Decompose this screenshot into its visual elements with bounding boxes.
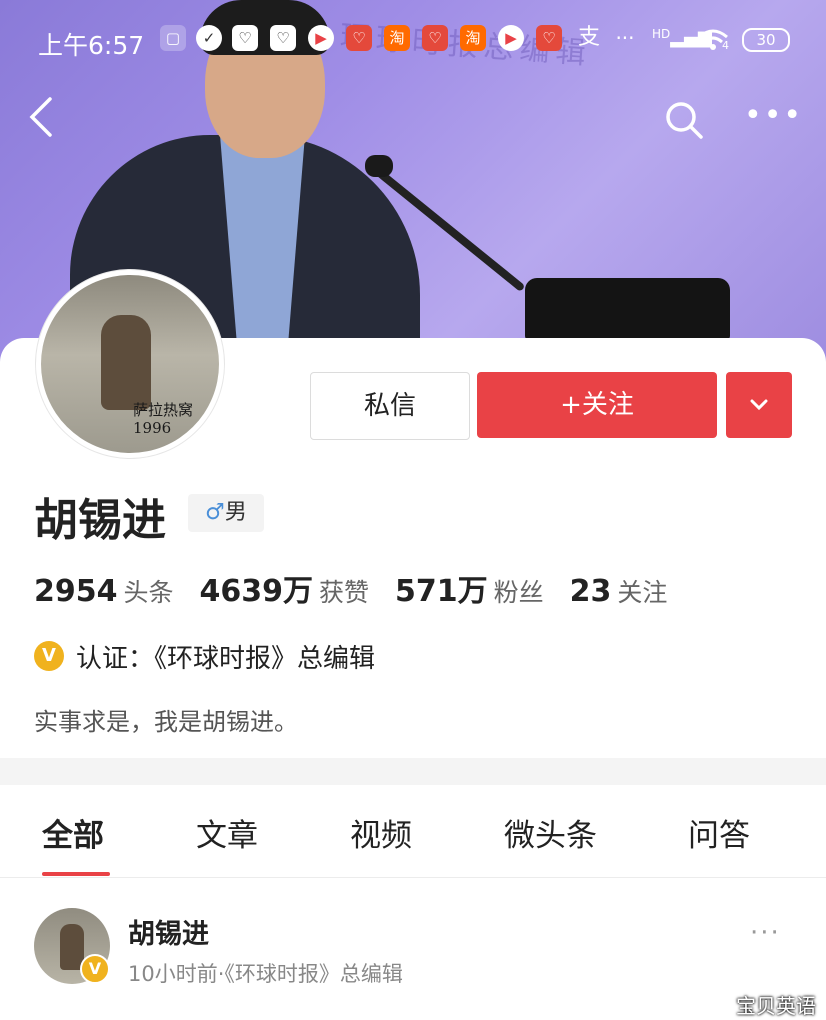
- alipay-icon: 支: [577, 25, 600, 50]
- recommend-dropdown-button[interactable]: [726, 372, 792, 438]
- gender-badge: ♂男: [188, 494, 264, 532]
- search-button[interactable]: [664, 100, 703, 139]
- message-button[interactable]: 私信: [310, 372, 470, 440]
- status-overflow: ···: [615, 26, 635, 50]
- avatar[interactable]: 萨拉热窝 1996: [36, 270, 224, 458]
- stat-likes-value: 4639万: [199, 574, 314, 609]
- app-heart-icon: ♡: [232, 25, 258, 51]
- stat-fans-value[interactable]: 571万: [395, 566, 488, 610]
- post-author[interactable]: 胡锡进: [128, 912, 209, 951]
- tab-micro-posts[interactable]: 微头条: [504, 810, 597, 855]
- tab-active-indicator: [42, 872, 110, 876]
- content-tabs: 全部 文章 视频 微头条 问答: [0, 785, 826, 878]
- post-verified-icon: V: [80, 954, 110, 984]
- tab-videos[interactable]: 视频: [350, 810, 412, 855]
- wifi-badge: 4: [722, 39, 729, 52]
- stat-likes-label: 获赞: [319, 578, 370, 607]
- app-heart-icon: ♡: [536, 25, 562, 51]
- video-icon: ▶: [308, 25, 334, 51]
- tab-all[interactable]: 全部: [42, 810, 104, 855]
- stat-articles-value[interactable]: 2954: [34, 574, 118, 609]
- search-icon: [666, 102, 703, 139]
- app-heart-icon: ♡: [346, 25, 372, 51]
- post-more-button[interactable]: ···: [750, 918, 781, 948]
- podium: [525, 278, 730, 340]
- mi-icon: ▢: [160, 25, 186, 51]
- microphone-head: [365, 155, 393, 177]
- video-icon: ▶: [498, 25, 524, 51]
- feed-post: V 胡锡进 10小时前·《环球时报》总编辑 ···: [0, 878, 826, 1020]
- follow-button[interactable]: +关注: [477, 372, 717, 438]
- tab-articles[interactable]: 文章: [196, 810, 258, 855]
- check-icon: ✓: [196, 25, 222, 51]
- stat-following-label[interactable]: 关注: [617, 573, 667, 609]
- verification-row: V 认证：《环球时报》总编辑: [34, 638, 375, 674]
- verification-text: 认证：《环球时报》总编辑: [76, 643, 376, 674]
- status-bar: 上午6:57 ▢ ✓ ♡ ♡ ▶ ♡ 淘 ♡ 淘 ▶ ♡ 支 ··· HD▂▄▆…: [0, 22, 826, 62]
- taobao-icon: 淘: [384, 25, 410, 51]
- status-time: 上午6:57: [38, 31, 145, 60]
- more-button[interactable]: •••: [744, 98, 803, 133]
- more-icon: •••: [744, 98, 804, 133]
- back-button[interactable]: [26, 95, 66, 145]
- gender-label: 男: [224, 500, 247, 525]
- post-meta: 10小时前·《环球时报》总编辑: [128, 962, 403, 986]
- verified-icon: V: [34, 641, 64, 671]
- app-heart-icon: ♡: [270, 25, 296, 51]
- app-heart-icon: ♡: [422, 25, 448, 51]
- profile-bio: 实事求是，我是胡锡进。: [34, 708, 298, 736]
- avatar-person: [101, 315, 151, 410]
- avatar-caption: 萨拉热窝 1996: [133, 401, 194, 437]
- profile-name: 胡锡进: [34, 495, 166, 546]
- chevron-down-icon: [750, 399, 768, 411]
- watermark: 宝贝英语: [736, 994, 816, 1018]
- stat-following-value[interactable]: 23: [570, 574, 612, 609]
- tab-qa[interactable]: 问答: [688, 810, 750, 855]
- stat-fans-label[interactable]: 粉丝: [494, 573, 544, 609]
- profile-stats: 2954 头条 4639万 获赞 571万 粉丝 23 关注: [34, 566, 693, 610]
- stat-articles-label[interactable]: 头条: [124, 573, 174, 609]
- taobao-icon: 淘: [460, 25, 486, 51]
- battery-icon: 30: [742, 28, 790, 52]
- male-icon: ♂: [205, 500, 225, 525]
- wifi-icon: 4: [696, 27, 730, 57]
- chevron-left-icon: [29, 97, 52, 137]
- network-type: HD: [652, 27, 671, 41]
